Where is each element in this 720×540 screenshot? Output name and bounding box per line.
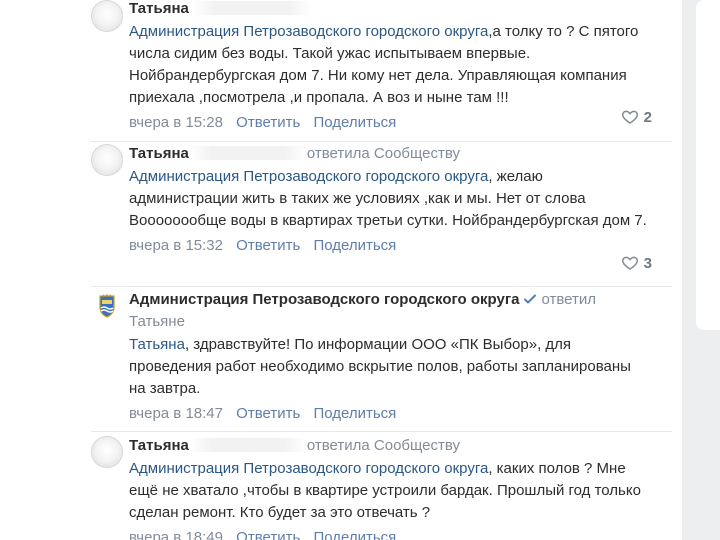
verified-icon xyxy=(524,294,537,304)
author-name[interactable]: Администрация Петрозаводского городского… xyxy=(129,291,519,308)
comment-meta: вчера в 18:47 Ответить Поделиться xyxy=(129,404,649,424)
heart-icon xyxy=(621,256,638,270)
comment-meta: вчера в 18:49 Ответить Поделиться xyxy=(129,528,649,540)
reply-button[interactable]: Ответить xyxy=(236,529,300,540)
share-button[interactable]: Поделиться xyxy=(313,114,396,131)
reply-target-line: Татьяне xyxy=(129,312,649,332)
comment-time[interactable]: вчера в 15:32 xyxy=(129,237,223,254)
comment-header: Администрация Петрозаводского городского… xyxy=(129,290,649,310)
divider xyxy=(91,286,672,287)
mention-link[interactable]: Татьяна xyxy=(129,336,185,353)
author-name[interactable]: Татьяна xyxy=(129,0,189,17)
reply-button[interactable]: Ответить xyxy=(236,114,300,131)
divider xyxy=(91,431,672,432)
like-count: 2 xyxy=(643,108,652,126)
reply-action[interactable]: ответила Сообществу xyxy=(307,145,460,162)
sidebar-card xyxy=(696,0,720,330)
share-button[interactable]: Поделиться xyxy=(313,529,396,540)
coat-of-arms-icon xyxy=(99,294,115,318)
comment-header: Татьяна ответила Сообществу xyxy=(129,144,649,164)
mention-link[interactable]: Администрация Петрозаводского городского… xyxy=(129,23,488,40)
admin-avatar[interactable] xyxy=(91,290,123,322)
comment-text: Татьяна, здравствуйте! По информации ООО… xyxy=(129,334,649,400)
mention-link[interactable]: Администрация Петрозаводского городского… xyxy=(129,460,488,477)
redacted-area xyxy=(188,146,307,160)
like-count: 3 xyxy=(643,254,652,272)
divider xyxy=(91,141,672,142)
comment-meta: вчера в 15:32 Ответить Поделиться xyxy=(129,236,649,256)
like-button[interactable]: 3 xyxy=(621,254,652,272)
comment-body: , здравствуйте! По информации ООО «ПК Вы… xyxy=(129,336,631,397)
reply-button[interactable]: Ответить xyxy=(236,405,300,422)
redacted-area xyxy=(193,1,312,15)
author-name[interactable]: Татьяна xyxy=(129,437,189,454)
share-button[interactable]: Поделиться xyxy=(313,405,396,422)
comment-item: Администрация Петрозаводского городского… xyxy=(0,290,682,432)
comment-time[interactable]: вчера в 18:49 xyxy=(129,529,223,540)
avatar[interactable] xyxy=(91,0,123,32)
comment-text: Администрация Петрозаводского городского… xyxy=(129,21,649,109)
comment-time[interactable]: вчера в 18:47 xyxy=(129,405,223,422)
comment-text: Администрация Петрозаводского городского… xyxy=(129,458,649,524)
reply-target[interactable]: Татьяне xyxy=(129,313,185,330)
comment-item: Татьяна ответила Сообществу Администрация… xyxy=(0,436,682,540)
avatar[interactable] xyxy=(91,436,123,468)
comment-meta: вчера в 15:28 Ответить Поделиться xyxy=(129,113,649,133)
comment-item: Татьяна ответила Сообществу Администрация… xyxy=(0,144,682,287)
share-button[interactable]: Поделиться xyxy=(313,237,396,254)
reply-action[interactable]: ответил xyxy=(541,291,596,308)
like-button[interactable]: 2 xyxy=(621,108,652,126)
avatar[interactable] xyxy=(91,144,123,176)
comment-text: Администрация Петрозаводского городского… xyxy=(129,166,649,232)
comment-header: Татьяна xyxy=(129,0,649,19)
comments-feed: Татьяна Администрация Петрозаводского го… xyxy=(0,0,682,540)
reply-button[interactable]: Ответить xyxy=(236,237,300,254)
comment-time[interactable]: вчера в 15:28 xyxy=(129,114,223,131)
comment-item: Татьяна Администрация Петрозаводского го… xyxy=(0,0,682,142)
comment-header: Татьяна ответила Сообществу xyxy=(129,436,649,456)
heart-icon xyxy=(621,110,638,124)
reply-action[interactable]: ответила Сообществу xyxy=(307,437,460,454)
author-name[interactable]: Татьяна xyxy=(129,145,189,162)
redacted-area xyxy=(188,438,307,452)
mention-link[interactable]: Администрация Петрозаводского городского… xyxy=(129,168,488,185)
